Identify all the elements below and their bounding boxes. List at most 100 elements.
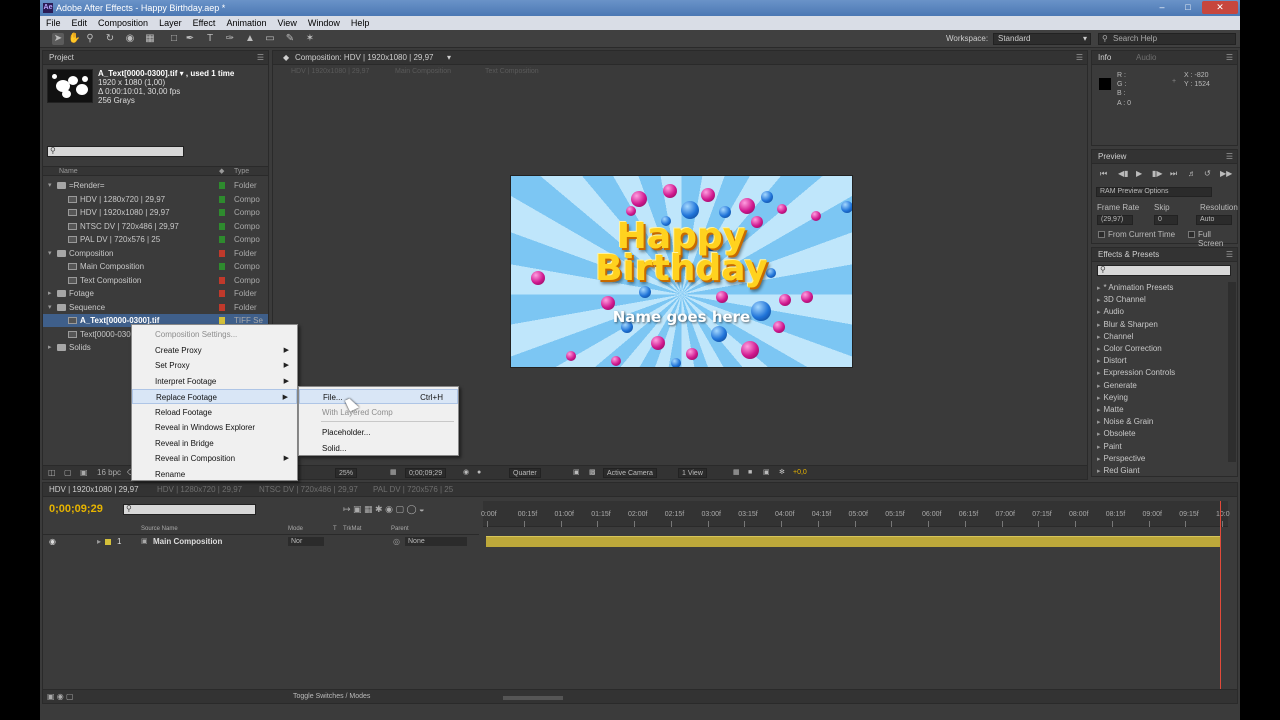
current-time-indicator[interactable] <box>1220 501 1221 701</box>
effects-category[interactable]: ▸ * Animation Presets <box>1097 282 1173 294</box>
tab-info[interactable]: Info <box>1092 51 1117 65</box>
tab-timeline[interactable]: PAL DV | 720x576 | 25 <box>367 483 459 497</box>
full-screen-checkbox[interactable] <box>1188 231 1195 238</box>
current-time[interactable]: 0;00;09;29 <box>405 468 447 478</box>
project-folder-row[interactable]: ▾ Composition Folder <box>43 247 268 260</box>
flowchart-icon[interactable]: ✻ <box>779 468 785 478</box>
label-color[interactable] <box>219 182 225 189</box>
resolution-select[interactable]: Auto <box>1196 215 1232 225</box>
snapshot-icon[interactable]: ◉ <box>463 468 469 478</box>
bpc-button[interactable]: 16 bpc <box>97 468 121 477</box>
menu-layer[interactable]: Layer <box>159 18 182 28</box>
context-menu-item[interactable]: Replace Footage ▶ <box>132 389 297 404</box>
twirl-icon[interactable]: ▸ <box>1097 346 1101 353</box>
twirl-icon[interactable]: ▸ <box>1097 407 1101 414</box>
effects-category[interactable]: ▸ 3D Channel <box>1097 294 1146 306</box>
tab-preview[interactable]: Preview <box>1092 150 1132 164</box>
project-item-row[interactable]: PAL DV | 720x576 | 25 Compo <box>43 233 268 246</box>
selection-tool-icon[interactable]: ➤ <box>52 33 64 45</box>
clone-stamp-tool-icon[interactable]: ▲ <box>244 33 256 45</box>
context-menu-item[interactable]: Reload Footage <box>132 405 297 420</box>
tab-audio[interactable]: Audio <box>1130 51 1162 65</box>
grid-icon[interactable]: ▦ <box>390 468 397 478</box>
context-menu-item[interactable]: Reveal in Composition ▶ <box>132 451 297 466</box>
first-frame-icon[interactable]: ⏮ <box>1100 169 1107 179</box>
play-icon[interactable]: ▶ <box>1136 169 1142 178</box>
timeline-current-time[interactable]: 0;00;09;29 <box>49 503 103 515</box>
pan-behind-tool-icon[interactable]: ▦ <box>144 33 156 45</box>
menu-composition[interactable]: Composition <box>98 18 148 28</box>
timeline-layer-row[interactable]: ◉ ▸ 1 ▣ Main Composition Nor ◎ None <box>43 536 479 548</box>
effects-category[interactable]: ▸ Distort <box>1097 355 1127 367</box>
submenu-item[interactable]: Solid... <box>299 441 458 456</box>
exposure-value[interactable]: +0,0 <box>793 468 807 478</box>
label-color[interactable] <box>219 209 225 216</box>
pen-tool-icon[interactable]: ✒ <box>184 33 196 45</box>
twirl-icon[interactable]: ▸ <box>1097 322 1101 329</box>
rotate-tool-icon[interactable]: ↻ <box>104 33 116 45</box>
layer-duration-bar[interactable] <box>486 536 1220 547</box>
effects-category[interactable]: ▸ Perspective <box>1097 453 1145 465</box>
tab-project[interactable]: Project <box>43 51 80 65</box>
effects-category[interactable]: ▸ Channel <box>1097 331 1133 343</box>
panel-menu-icon[interactable]: ☰ <box>257 53 264 62</box>
effects-category[interactable]: ▸ Blur & Sharpen <box>1097 319 1158 331</box>
next-frame-icon[interactable]: ▮▶ <box>1152 169 1163 178</box>
column-name[interactable]: Name <box>59 168 78 175</box>
twirl-icon[interactable]: ▸ <box>1097 419 1101 426</box>
effects-search-input[interactable]: ⚲ <box>1097 265 1231 276</box>
project-item-row[interactable]: HDV | 1280x720 | 29,97 Compo <box>43 193 268 206</box>
breadcrumb-item[interactable]: Text Composition <box>485 68 539 75</box>
new-folder-icon[interactable]: ▢ <box>64 468 72 477</box>
tab-timeline[interactable]: NTSC DV | 720x486 | 29,97 <box>253 483 364 497</box>
twirl-icon[interactable]: ▸ <box>1097 297 1101 304</box>
twirl-icon[interactable]: ▾ <box>48 179 52 192</box>
column-parent[interactable]: Parent <box>391 526 409 532</box>
ram-preview-options-select[interactable]: RAM Preview Options <box>1096 187 1212 197</box>
roto-brush-tool-icon[interactable]: ✎ <box>284 33 296 45</box>
hand-tool-icon[interactable]: ✋ <box>68 33 80 45</box>
breadcrumb-item[interactable]: HDV | 1920x1080 | 29,97 <box>291 68 369 75</box>
project-item-row[interactable]: Main Composition Compo <box>43 260 268 273</box>
view-layout-select[interactable]: 1 View <box>678 468 707 478</box>
twirl-icon[interactable]: ▸ <box>48 341 52 354</box>
panel-menu-icon[interactable]: ☰ <box>1226 152 1233 161</box>
context-menu-item[interactable]: Interpret Footage ▶ <box>132 374 297 389</box>
effects-scrollbar[interactable] <box>1228 282 1236 462</box>
panel-menu-icon[interactable]: ☰ <box>1226 53 1233 62</box>
panel-menu-icon[interactable]: ☰ <box>1226 250 1233 259</box>
context-menu-item[interactable]: Composition Settings... <box>132 327 297 342</box>
zoom-slider[interactable] <box>503 696 563 700</box>
submenu-item[interactable]: With Layered Comp <box>299 405 458 420</box>
menu-view[interactable]: View <box>277 18 296 28</box>
resolution-select[interactable]: Quarter <box>509 468 541 478</box>
toggle-switches-modes[interactable]: Toggle Switches / Modes <box>293 693 370 700</box>
twirl-icon[interactable]: ▸ <box>1097 334 1101 341</box>
label-color[interactable] <box>219 263 225 270</box>
menu-effect[interactable]: Effect <box>193 18 216 28</box>
panel-menu-icon[interactable]: ☰ <box>1076 53 1083 62</box>
label-color[interactable] <box>219 276 225 284</box>
interpret-footage-icon[interactable]: ◫ <box>48 468 56 477</box>
twirl-icon[interactable]: ▸ <box>1097 383 1101 390</box>
column-type[interactable]: Type <box>234 168 249 175</box>
puppet-tool-icon[interactable]: ✶ <box>304 33 316 45</box>
column-trkmat[interactable]: TrkMat <box>343 526 361 532</box>
fast-previews-icon[interactable]: ■ <box>748 468 752 478</box>
twirl-icon[interactable]: ▸ <box>1097 456 1101 463</box>
expand-layer-icon[interactable]: ▸ <box>97 536 101 548</box>
tab-timeline[interactable]: HDV | 1280x720 | 29,97 <box>151 483 248 497</box>
eraser-tool-icon[interactable]: ▭ <box>264 33 276 45</box>
layer-mode-select[interactable]: Nor <box>288 537 324 546</box>
column-t[interactable]: T <box>333 526 337 532</box>
label-color[interactable] <box>219 290 225 297</box>
twirl-icon[interactable]: ▾ <box>48 247 52 260</box>
twirl-icon[interactable]: ▸ <box>1097 370 1101 377</box>
previous-frame-icon[interactable]: ◀▮ <box>1118 169 1129 178</box>
project-item-row[interactable]: NTSC DV | 720x486 | 29,97 Compo <box>43 220 268 233</box>
composition-viewer[interactable]: Happy Birthday Name goes here <box>510 175 853 368</box>
from-current-time-checkbox[interactable] <box>1098 231 1105 238</box>
type-tool-icon[interactable]: T <box>204 33 216 45</box>
context-menu-item[interactable]: Set Proxy ▶ <box>132 358 297 373</box>
effects-category[interactable]: ▸ Red Giant <box>1097 465 1140 477</box>
